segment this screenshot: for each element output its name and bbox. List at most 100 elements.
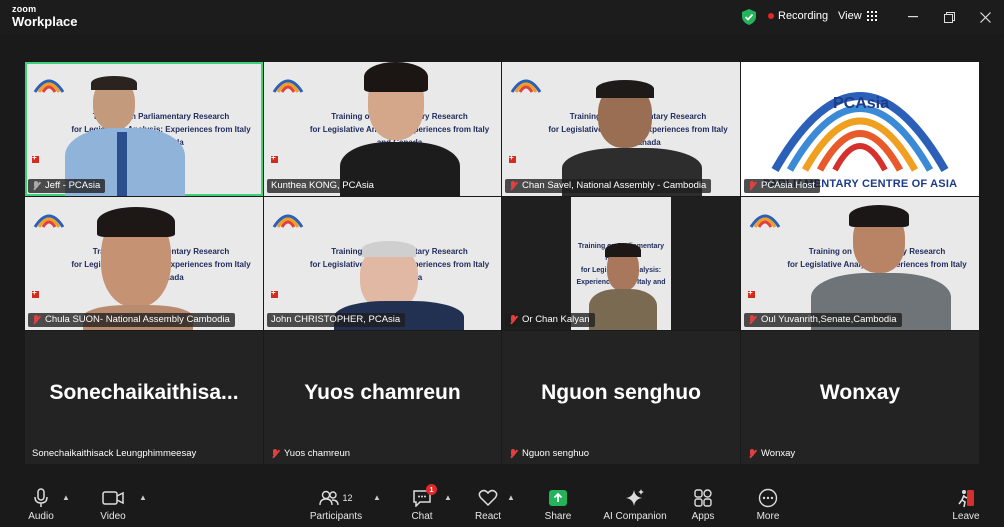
restore-button[interactable]: [940, 8, 958, 26]
share-screen-icon: [549, 490, 567, 506]
video-tile[interactable]: Training on Parliamentary Researchfor Le…: [502, 197, 740, 330]
ai-companion-label: AI Companion: [603, 511, 667, 522]
muted-mic-icon: [32, 181, 41, 191]
video-button[interactable]: Video: [83, 487, 143, 522]
pcasia-slide-logo-icon: [272, 79, 304, 93]
swiss-flag-icon: [271, 288, 278, 298]
video-tile[interactable]: Training on Parliamentary Researchfor Le…: [25, 62, 263, 196]
microphone-icon: [34, 488, 48, 507]
ai-companion-button[interactable]: AI Companion: [599, 487, 671, 522]
swiss-flag-icon: [32, 288, 39, 298]
chat-unread-badge: 1: [426, 484, 437, 495]
logo-line1: zoom: [12, 4, 37, 14]
zoom-logo: zoom Workplace: [12, 4, 78, 29]
swiss-flag-icon: [32, 153, 39, 163]
participant-display-name: Sonechaikaithisa...: [49, 381, 239, 404]
minimize-button[interactable]: [904, 8, 922, 26]
muted-mic-icon: [271, 449, 280, 459]
muted-mic-icon: [748, 449, 757, 459]
title-bar: zoom Workplace Recording View: [0, 0, 1004, 34]
participants-icon: [319, 490, 340, 506]
participant-display-name: Yuos chamreun: [304, 381, 461, 404]
apps-icon: [694, 489, 712, 507]
video-tile[interactable]: Training on Parliamentary Researchfor Le…: [741, 197, 979, 330]
swiss-flag-icon: [271, 153, 278, 163]
swiss-flag-icon: [748, 288, 755, 298]
video-options-chevron-icon[interactable]: ▲: [139, 493, 147, 502]
participants-count: 12: [342, 493, 353, 503]
video-label: Video: [100, 511, 126, 522]
muted-mic-icon: [748, 181, 757, 191]
minimize-icon: [908, 16, 918, 18]
video-tile[interactable]: Yuos chamreun Yuos chamreun: [264, 331, 501, 464]
apps-button[interactable]: Apps: [673, 487, 733, 522]
participant-name-tag: Wonxay: [744, 447, 800, 461]
chat-options-chevron-icon[interactable]: ▲: [444, 493, 452, 502]
participant-name-tag: Kunthea KONG, PCAsia: [267, 179, 379, 193]
video-tile[interactable]: Training on Parliamentary Researchfor Le…: [25, 197, 263, 330]
participant-name-tag: Chula SUON- National Assembly Cambodia: [28, 313, 235, 327]
more-button[interactable]: More: [738, 487, 798, 522]
logo-line2: Workplace: [12, 14, 78, 29]
swiss-flag-icon: [509, 153, 516, 163]
video-camera-icon: [102, 491, 124, 505]
chat-button[interactable]: 1 Chat: [392, 484, 452, 522]
audio-options-chevron-icon[interactable]: ▲: [62, 493, 70, 502]
apps-label: Apps: [691, 511, 715, 522]
react-label: React: [474, 511, 502, 522]
view-label: View: [838, 10, 862, 22]
more-icon: [758, 488, 778, 508]
grid-icon: [866, 11, 877, 21]
participant-name-tag: Or Chan Kalyan: [505, 313, 595, 327]
video-tile[interactable]: Sonechaikaithisa... Sonechaikaithisack L…: [25, 331, 263, 464]
close-button[interactable]: [976, 8, 994, 26]
pcasia-rainbow-logo-icon: [771, 92, 949, 172]
pcasia-host-screen: PCAsia PARLIAMENTARY CENTRE OF ASIA: [741, 62, 979, 196]
participant-name-tag: Jeff - PCAsia: [28, 179, 106, 193]
heart-icon: [478, 489, 498, 507]
participants-options-chevron-icon[interactable]: ▲: [373, 493, 381, 502]
participant-name-tag: Nguon senghuo: [505, 447, 594, 461]
participant-name-tag: Yuos chamreun: [267, 447, 355, 461]
video-tile[interactable]: Training on Parliamentary Researchfor Le…: [264, 197, 501, 330]
pcasia-slide-logo-icon: [272, 214, 304, 228]
restore-icon: [943, 11, 955, 23]
recording-dot-icon: [768, 13, 774, 19]
participant-name-tag: John CHRISTOPHER, PCAsia: [267, 313, 406, 327]
muted-mic-icon: [509, 449, 518, 459]
meeting-toolbar: Audio ▲ Video ▲ 12 Participants ▲ 1 Chat…: [0, 483, 1004, 527]
video-tile[interactable]: Wonxay Wonxay: [741, 331, 979, 464]
pcasia-slide-logo-icon: [33, 79, 65, 93]
pcasia-slide-logo-icon: [33, 214, 65, 228]
participant-display-name: Wonxay: [819, 381, 901, 404]
muted-mic-icon: [509, 315, 518, 325]
share-button[interactable]: Share: [528, 487, 588, 522]
muted-mic-icon: [32, 315, 41, 325]
recording-indicator[interactable]: Recording: [768, 10, 828, 22]
participant-name-tag: Sonechaikaithisack Leungphimmeesay: [32, 448, 197, 459]
participant-name-tag: Oul Yuvanrith,Senate,Cambodia: [744, 313, 902, 327]
video-tile[interactable]: Training on Parliamentary Researchfor Le…: [264, 62, 501, 196]
video-tile[interactable]: Nguon senghuo Nguon senghuo: [502, 331, 740, 464]
video-tile[interactable]: PCAsia PARLIAMENTARY CENTRE OF ASIA PCAs…: [741, 62, 979, 196]
participant-display-name: Nguon senghuo: [541, 381, 701, 404]
muted-mic-icon: [509, 181, 518, 191]
muted-mic-icon: [748, 315, 757, 325]
chat-label: Chat: [411, 511, 433, 522]
security-shield-icon[interactable]: [742, 9, 756, 25]
participants-button[interactable]: 12 Participants: [306, 487, 366, 522]
pcasia-logo-text: PCAsia: [833, 95, 890, 112]
recording-label: Recording: [778, 10, 829, 22]
leave-button[interactable]: Leave: [936, 487, 996, 522]
leave-icon: [958, 490, 974, 508]
video-tile[interactable]: Training on Parliamentary Researchfor Le…: [502, 62, 740, 196]
view-button[interactable]: View: [838, 10, 877, 22]
pcasia-slide-logo-icon: [510, 79, 542, 93]
participant-name-tag: PCAsia Host: [744, 179, 820, 193]
participant-name-tag: Chan Savel, National Assembly - Cambodia: [505, 179, 712, 193]
pcasia-slide-logo-icon: [749, 214, 781, 228]
share-label: Share: [544, 511, 572, 522]
audio-label: Audio: [28, 511, 54, 522]
react-options-chevron-icon[interactable]: ▲: [507, 493, 515, 502]
participants-label: Participants: [309, 511, 363, 522]
